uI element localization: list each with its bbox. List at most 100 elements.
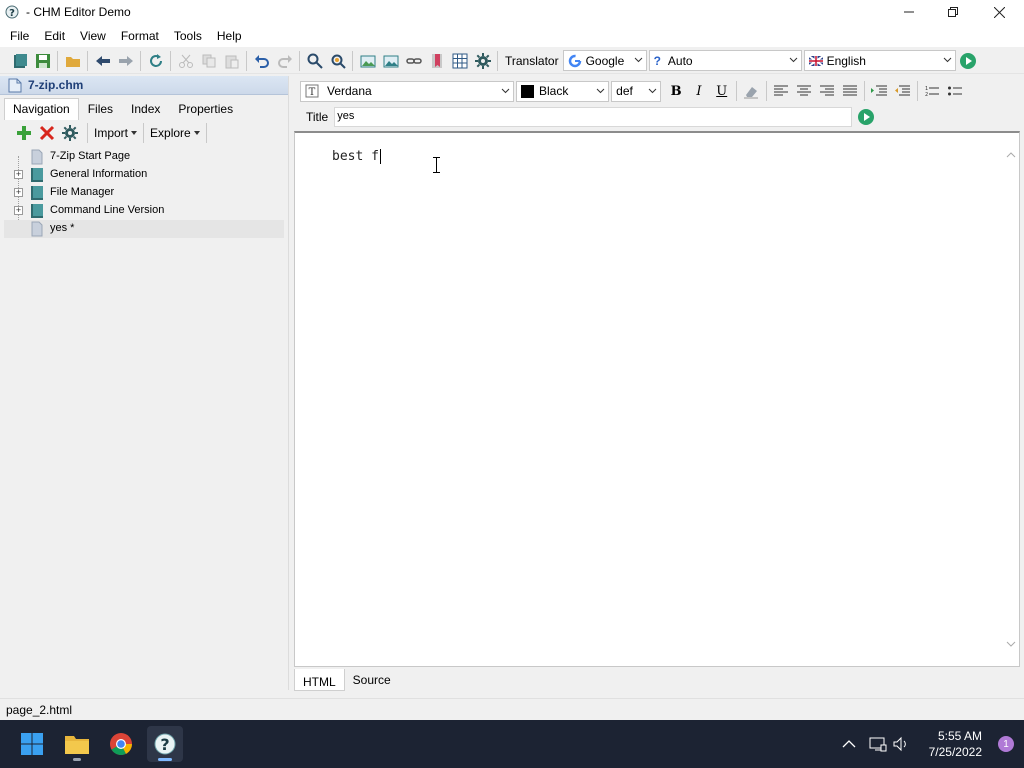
font-icon: T bbox=[305, 84, 319, 98]
scroll-down-icon[interactable] bbox=[1003, 636, 1019, 652]
topic-title-input[interactable]: yes bbox=[334, 107, 853, 127]
delete-icon[interactable] bbox=[35, 122, 58, 144]
insert-image-icon[interactable] bbox=[356, 50, 379, 72]
tree-item-selected[interactable]: yes * bbox=[4, 220, 284, 238]
toolbar-separator bbox=[205, 123, 207, 143]
translation-engine-value: Google bbox=[585, 53, 625, 68]
pane-splitter[interactable] bbox=[288, 76, 293, 690]
svg-text:?: ? bbox=[9, 8, 15, 19]
justify-icon[interactable] bbox=[838, 80, 861, 102]
menu-bar: File Edit View Format Tools Help bbox=[0, 24, 1024, 47]
tab-html[interactable]: HTML bbox=[294, 669, 345, 691]
chevron-down-icon bbox=[789, 57, 797, 63]
clock-time: 5:55 AM bbox=[937, 729, 982, 743]
target-language-select[interactable]: English bbox=[803, 50, 956, 71]
file-explorer-icon[interactable] bbox=[59, 726, 95, 762]
forward-arrow-icon[interactable] bbox=[114, 50, 137, 72]
translate-run-icon[interactable] bbox=[959, 52, 976, 69]
copy-icon[interactable] bbox=[197, 50, 220, 72]
save-icon[interactable] bbox=[31, 50, 54, 72]
chm-editor-taskbar-icon[interactable]: ? bbox=[147, 726, 183, 762]
tray-overflow-icon[interactable] bbox=[842, 720, 856, 768]
replace-icon[interactable] bbox=[326, 50, 349, 72]
close-button[interactable] bbox=[976, 0, 1022, 24]
project-file-header: 7-zip.chm bbox=[0, 76, 288, 95]
question-mark-icon: ? bbox=[653, 53, 661, 68]
undo-icon[interactable] bbox=[250, 50, 273, 72]
menu-edit[interactable]: Edit bbox=[44, 29, 65, 43]
open-folder-icon[interactable] bbox=[61, 50, 84, 72]
window-title: - CHM Editor Demo bbox=[26, 5, 131, 19]
settings-gear-icon[interactable] bbox=[471, 50, 494, 72]
tree-item[interactable]: + Command Line Version bbox=[4, 202, 284, 220]
editor-scrollbar[interactable] bbox=[1003, 133, 1019, 666]
bold-icon[interactable]: B bbox=[665, 80, 688, 102]
menu-file[interactable]: File bbox=[10, 29, 29, 43]
chrome-icon[interactable] bbox=[103, 726, 139, 762]
indent-icon[interactable] bbox=[868, 80, 891, 102]
text-color-select[interactable]: Black bbox=[515, 80, 610, 102]
active-indicator bbox=[158, 758, 172, 761]
import-dropdown[interactable]: Import bbox=[87, 123, 143, 143]
expand-plus-icon[interactable]: + bbox=[14, 170, 23, 179]
notification-badge[interactable]: 1 bbox=[998, 736, 1014, 752]
underline-icon[interactable]: U bbox=[710, 80, 733, 102]
topic-title-label: Title bbox=[306, 110, 329, 124]
bullet-list-icon[interactable] bbox=[943, 80, 966, 102]
translation-engine-select[interactable]: Google bbox=[562, 50, 647, 71]
windows-start-icon[interactable] bbox=[14, 726, 50, 762]
font-select[interactable]: T Verdana bbox=[300, 80, 514, 102]
menu-view[interactable]: View bbox=[80, 29, 106, 43]
align-right-icon[interactable] bbox=[815, 80, 838, 102]
source-language-select[interactable]: ? Auto bbox=[648, 50, 802, 71]
google-icon bbox=[568, 54, 581, 67]
expand-plus-icon[interactable]: + bbox=[14, 206, 23, 215]
tab-source[interactable]: Source bbox=[345, 669, 399, 691]
new-project-icon[interactable] bbox=[8, 50, 31, 72]
link-icon[interactable] bbox=[402, 50, 425, 72]
add-icon[interactable] bbox=[12, 122, 35, 144]
tree-item[interactable]: + General Information bbox=[4, 166, 284, 184]
refresh-icon[interactable] bbox=[144, 50, 167, 72]
align-left-icon[interactable] bbox=[770, 80, 793, 102]
explore-dropdown[interactable]: Explore bbox=[143, 123, 206, 143]
align-center-icon[interactable] bbox=[793, 80, 816, 102]
search-icon[interactable] bbox=[303, 50, 326, 72]
italic-icon[interactable]: I bbox=[688, 80, 711, 102]
eraser-icon[interactable] bbox=[740, 80, 763, 102]
restore-button[interactable] bbox=[930, 0, 976, 24]
scroll-up-icon[interactable] bbox=[1003, 147, 1019, 163]
tab-files[interactable]: Files bbox=[79, 98, 122, 120]
status-file-name: page_2.html bbox=[6, 702, 73, 717]
bookmark-icon[interactable] bbox=[425, 50, 448, 72]
minimize-button[interactable] bbox=[886, 0, 932, 24]
format-toolbar: T Verdana Black def B I U 12 bbox=[296, 78, 966, 104]
network-icon[interactable] bbox=[869, 720, 887, 768]
tab-navigation[interactable]: Navigation bbox=[4, 98, 79, 120]
image-icon[interactable] bbox=[379, 50, 402, 72]
tab-index[interactable]: Index bbox=[122, 98, 169, 120]
font-size-select[interactable]: def bbox=[611, 80, 661, 102]
paste-icon[interactable] bbox=[220, 50, 243, 72]
html-editor[interactable]: best f bbox=[294, 131, 1020, 667]
editor-content[interactable]: best f bbox=[332, 149, 381, 164]
apply-title-icon[interactable] bbox=[858, 109, 875, 125]
redo-icon[interactable] bbox=[273, 50, 296, 72]
system-clock[interactable]: 5:55 AM 7/25/2022 bbox=[929, 728, 982, 760]
tree-item[interactable]: 7-Zip Start Page bbox=[4, 148, 284, 166]
chevron-down-icon bbox=[501, 88, 510, 93]
volume-icon[interactable] bbox=[893, 720, 911, 768]
tab-properties[interactable]: Properties bbox=[169, 98, 242, 120]
tree-item[interactable]: + File Manager bbox=[4, 184, 284, 202]
menu-help[interactable]: Help bbox=[217, 29, 242, 43]
gear-icon[interactable] bbox=[58, 122, 81, 144]
toolbar-separator bbox=[299, 50, 300, 71]
outdent-icon[interactable] bbox=[891, 80, 914, 102]
menu-format[interactable]: Format bbox=[121, 29, 159, 43]
expand-plus-icon[interactable]: + bbox=[14, 188, 23, 197]
menu-tools[interactable]: Tools bbox=[174, 29, 202, 43]
back-arrow-icon[interactable] bbox=[91, 50, 114, 72]
cut-icon[interactable] bbox=[174, 50, 197, 72]
table-icon[interactable] bbox=[448, 50, 471, 72]
numbered-list-icon[interactable]: 12 bbox=[921, 80, 944, 102]
